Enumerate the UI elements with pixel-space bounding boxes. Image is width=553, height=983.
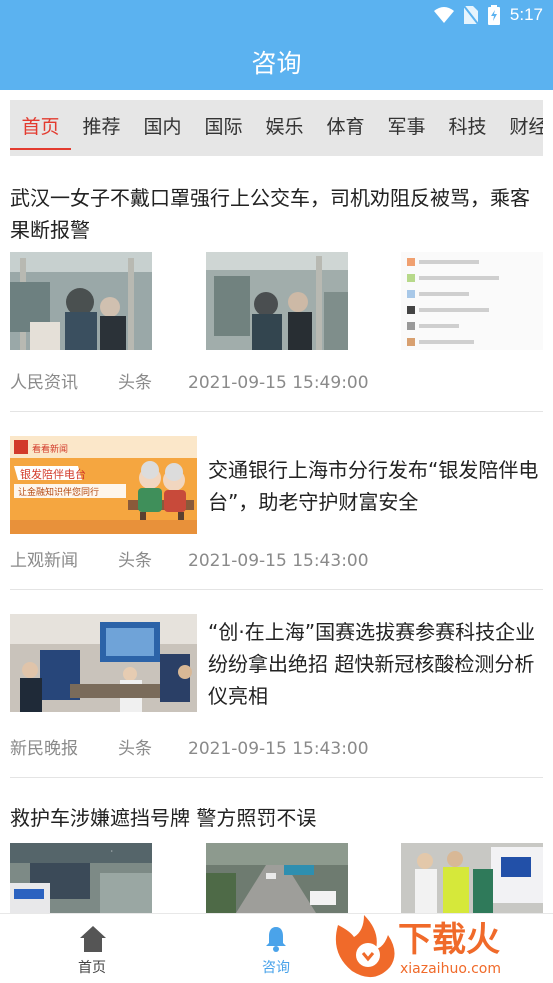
news-time: 2021-09-15 15:43:00 — [188, 739, 369, 759]
divider — [10, 589, 543, 590]
image-headline-1: 银发陪伴电台 — [20, 467, 86, 481]
news-title: 救护车涉嫌遮挡号牌 警方照罚不误 — [10, 806, 317, 830]
tab-sports[interactable]: 体育 — [315, 100, 376, 156]
news-thumbnail — [206, 252, 348, 350]
nav-consult[interactable]: 咨询 — [216, 914, 336, 983]
page-title: 咨询 — [251, 49, 302, 78]
watermark-brand: 下载火 — [398, 920, 500, 960]
svg-text:·: · — [110, 848, 114, 855]
news-time: 2021-09-15 15:49:00 — [188, 373, 369, 393]
news-thumbnail — [401, 252, 543, 350]
news-tag: 头条 — [118, 739, 152, 759]
divider — [10, 411, 543, 412]
news-thumbnail — [206, 843, 348, 913]
tab-international[interactable]: 国际 — [193, 100, 254, 156]
nav-consult-label: 咨询 — [262, 960, 290, 976]
news-source: 上观新闻 — [10, 551, 78, 571]
image-headline-2: 让金融知识伴您同行 — [18, 486, 99, 498]
tab-domestic[interactable]: 国内 — [132, 100, 193, 156]
news-thumbnail: 看看新闻 银发陪伴电台 让金融知识伴您同行 — [10, 436, 197, 534]
news-thumbnail — [10, 252, 152, 350]
news-item[interactable]: 武汉一女子不戴口罩强行上公交车，司机劝阻反被骂，乘客果断报警 人民资讯 头条 2… — [10, 182, 543, 410]
divider — [10, 777, 543, 778]
news-thumbnail — [10, 614, 197, 712]
wifi-icon — [433, 7, 454, 23]
news-meta: 上观新闻 头条 2021-09-15 15:43:00 — [10, 550, 369, 572]
watermark-logo: 下载火 xiazaihuo.com — [330, 905, 553, 983]
news-source: 新民晚报 — [10, 739, 78, 759]
bell-icon — [266, 927, 286, 952]
tab-technology[interactable]: 科技 — [437, 100, 498, 156]
news-title: 武汉一女子不戴口罩强行上公交车，司机劝阻反被骂，乘客果断报警 — [10, 186, 530, 242]
tab-recommend[interactable]: 推荐 — [71, 100, 132, 156]
status-time: 5:17 — [509, 5, 543, 24]
tab-finance[interactable]: 财经 — [498, 100, 543, 156]
category-tabs: 首页 推荐 国内 国际 娱乐 体育 军事 科技 财经 — [10, 100, 543, 156]
news-item[interactable]: 救护车涉嫌遮挡号牌 警方照罚不误 · — [10, 802, 543, 913]
tab-home[interactable]: 首页 — [10, 100, 71, 156]
nav-home-label: 首页 — [78, 960, 106, 976]
watermark-url: xiazaihuo.com — [400, 961, 501, 977]
news-meta: 新民晚报 头条 2021-09-15 15:43:00 — [10, 738, 369, 760]
news-meta: 人民资讯 头条 2021-09-15 15:49:00 — [10, 372, 369, 394]
image-brand-text: 看看新闻 — [32, 443, 68, 455]
news-source: 人民资讯 — [10, 373, 78, 393]
tab-military[interactable]: 军事 — [376, 100, 437, 156]
news-item[interactable]: 看看新闻 银发陪伴电台 让金融知识伴您同行 交通银行上海市分行发布“银发陪伴电台… — [10, 436, 543, 586]
battery-charging-icon — [487, 5, 500, 25]
no-sim-icon — [463, 6, 478, 24]
news-item[interactable]: “创·在上海”国赛选拔赛参赛科技企业纷纷拿出绝招 超快新冠核酸检测分析仪亮相 新… — [10, 614, 543, 774]
news-tag: 头条 — [118, 551, 152, 571]
status-bar: 5:17 — [0, 0, 553, 30]
news-thumbnail — [401, 843, 543, 913]
news-thumbnail: · — [10, 843, 152, 913]
news-title: “创·在上海”国赛选拔赛参赛科技企业纷纷拿出绝招 超快新冠核酸检测分析仪亮相 — [208, 620, 536, 708]
app-bar: 咨询 — [0, 30, 553, 90]
news-time: 2021-09-15 15:43:00 — [188, 551, 369, 571]
tab-entertainment[interactable]: 娱乐 — [254, 100, 315, 156]
nav-home[interactable]: 首页 — [32, 914, 152, 983]
news-tag: 头条 — [118, 373, 152, 393]
news-title: 交通银行上海市分行发布“银发陪伴电台”，助老守护财富安全 — [208, 458, 539, 514]
home-icon — [80, 926, 106, 952]
